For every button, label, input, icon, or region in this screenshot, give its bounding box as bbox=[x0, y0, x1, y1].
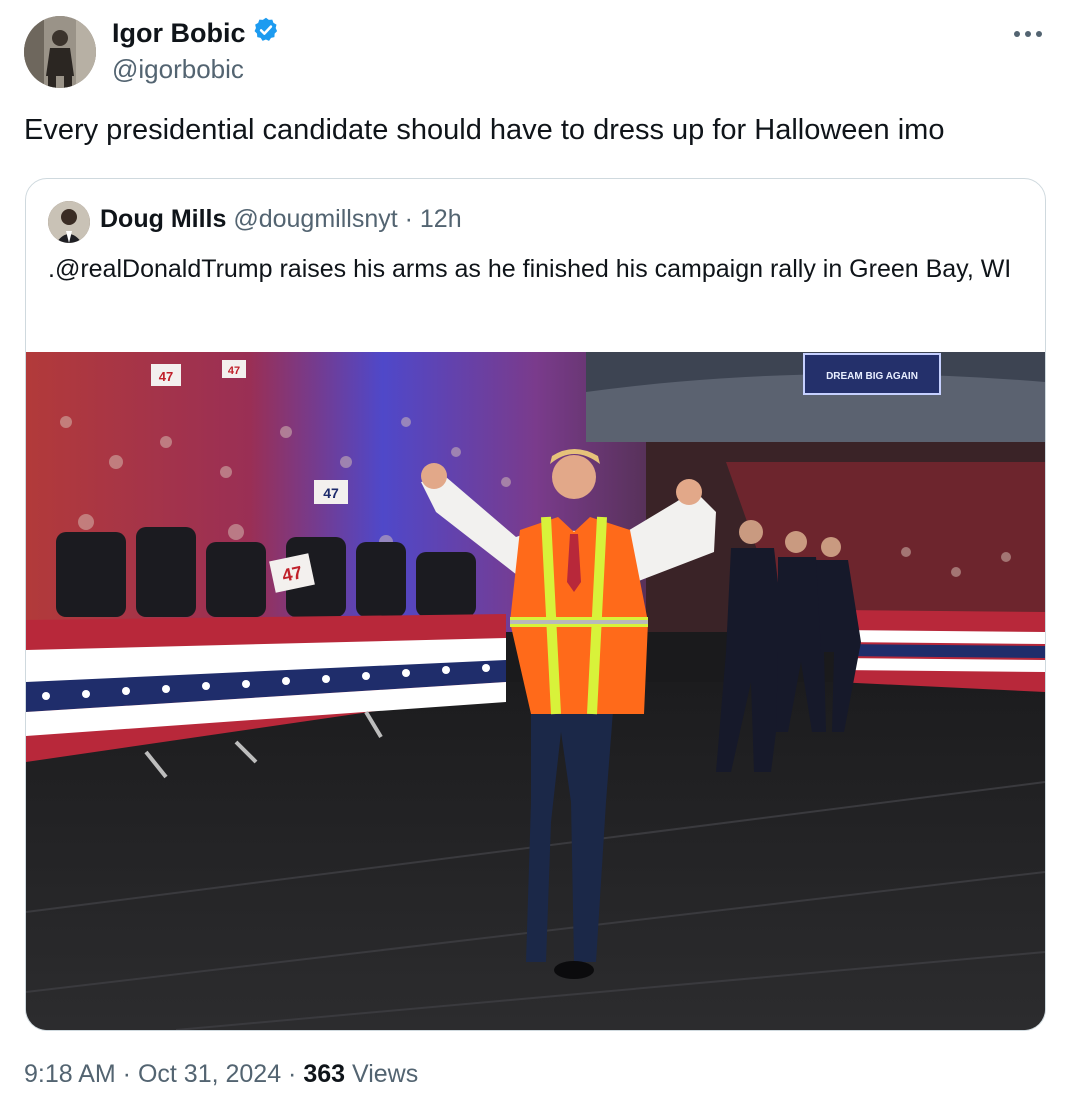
footer-separator: · bbox=[281, 1060, 304, 1088]
quoted-tweet-text: .@realDonaldTrump raises his arms as he … bbox=[48, 255, 1012, 283]
crowd-sign: 47 bbox=[314, 480, 348, 504]
verified-badge-icon bbox=[252, 16, 280, 51]
more-options-button[interactable] bbox=[1008, 20, 1048, 48]
tweet-footer: 9:18 AM · Oct 31, 2024 · 363 Views bbox=[24, 1060, 418, 1089]
author-name-row[interactable]: Igor Bobic bbox=[112, 16, 280, 51]
author-name[interactable]: Igor Bobic bbox=[112, 18, 246, 49]
quoted-author-photo bbox=[48, 201, 90, 243]
quoted-media-photo[interactable]: 47 47 47 47 DREAM BIG AGAIN bbox=[26, 352, 1045, 1030]
svg-text:47: 47 bbox=[228, 365, 240, 377]
footer-separator: · bbox=[115, 1060, 138, 1088]
ellipsis-icon bbox=[1014, 31, 1042, 37]
flag-bunting-right bbox=[836, 610, 1045, 692]
svg-text:47: 47 bbox=[323, 485, 339, 501]
crowd-sign: 47 bbox=[222, 360, 246, 378]
crowd-sign: 47 bbox=[151, 364, 181, 386]
post-time[interactable]: 9:18 AM bbox=[24, 1060, 116, 1088]
jumbotron-screen: DREAM BIG AGAIN bbox=[803, 353, 941, 395]
author-photo bbox=[24, 16, 96, 88]
svg-text:47: 47 bbox=[159, 369, 173, 384]
quoted-author-avatar[interactable] bbox=[48, 201, 90, 243]
svg-text:DREAM BIG AGAIN: DREAM BIG AGAIN bbox=[826, 371, 918, 382]
views-count[interactable]: 363 bbox=[303, 1060, 345, 1088]
tweet-text: Every presidential candidate should have… bbox=[24, 114, 945, 146]
views-label: Views bbox=[345, 1060, 419, 1088]
author-handle[interactable]: @igorbobic bbox=[112, 54, 244, 85]
quoted-tweet-card[interactable]: Doug Mills @dougmillsnyt · 12h .@realDon… bbox=[25, 178, 1046, 1031]
post-date[interactable]: Oct 31, 2024 bbox=[138, 1060, 281, 1088]
quoted-author-name[interactable]: Doug Mills bbox=[100, 205, 226, 233]
author-avatar[interactable] bbox=[24, 16, 96, 88]
quoted-timestamp[interactable]: 12h bbox=[420, 205, 462, 233]
quoted-author-handle[interactable]: @dougmillsnyt bbox=[233, 205, 397, 233]
quoted-header: Doug Mills @dougmillsnyt · 12h bbox=[100, 205, 462, 234]
quoted-separator: · bbox=[397, 205, 420, 233]
svg-text:47: 47 bbox=[280, 562, 304, 586]
